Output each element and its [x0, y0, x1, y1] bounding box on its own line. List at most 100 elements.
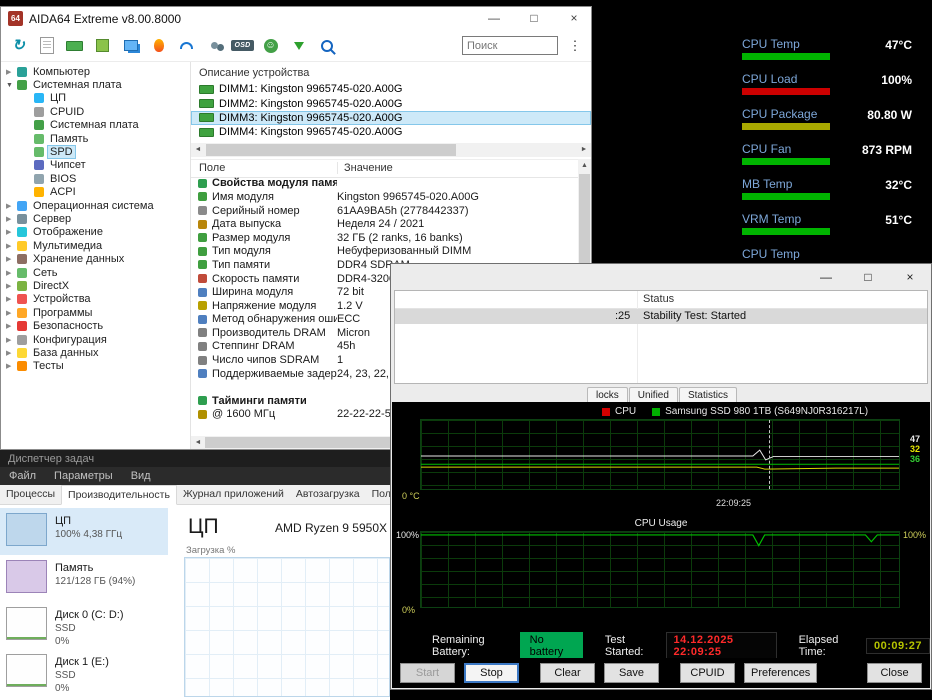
tab-unified[interactable]: Unified: [628, 387, 678, 402]
tab-processes[interactable]: Процессы: [0, 485, 61, 504]
tree-item-network[interactable]: Сеть: [1, 266, 190, 279]
search-input[interactable]: [462, 36, 558, 55]
sensor-bar-fill: [742, 228, 830, 235]
graphs-area: CPU Samsung SSD 980 1TB (S649NJ0R316217L…: [392, 402, 930, 634]
sensor-row: CPU Package 80.80 W: [742, 107, 912, 142]
tree-item-acpi[interactable]: ACPI: [1, 186, 190, 199]
tree-item-os[interactable]: Операционная система: [1, 199, 190, 212]
monitors-icon[interactable]: [121, 36, 140, 55]
legend-swatch: [652, 407, 661, 416]
status-row-selected[interactable]: :25 Stability Test: Started: [395, 309, 927, 324]
minimize-button[interactable]: —: [477, 7, 511, 30]
tree-item-programs[interactable]: Программы: [1, 306, 190, 319]
tab-clocks[interactable]: locks: [587, 387, 628, 402]
dimm-row[interactable]: DIMM1: Kingston 9965745-020.A00G: [191, 82, 591, 96]
smiley-icon[interactable]: [261, 36, 280, 55]
dimm-label: DIMM2: Kingston 9965745-020.A00G: [219, 97, 403, 110]
refresh-icon[interactable]: [9, 36, 28, 55]
clear-button[interactable]: Clear: [540, 663, 595, 683]
sensor-panel: CPU Temp 47°C CPU Load 100% CPU Package …: [742, 37, 912, 260]
gauge-icon[interactable]: [177, 36, 196, 55]
tree-item-database[interactable]: База данных: [1, 346, 190, 359]
horizontal-scrollbar[interactable]: ◄ ►: [191, 142, 591, 157]
maximize-button[interactable]: □: [517, 7, 551, 30]
sensor-bar-fill: [742, 193, 830, 200]
scrollbar-thumb[interactable]: [206, 143, 456, 156]
tree-item-computer[interactable]: Компьютер: [1, 65, 190, 78]
tree-item-memory[interactable]: Память: [1, 132, 190, 145]
menu-view[interactable]: Вид: [122, 470, 160, 482]
tree-item-multimedia[interactable]: Мультимедиа: [1, 239, 190, 252]
tree-item-bios[interactable]: BIOS: [1, 172, 190, 185]
tree-item-config[interactable]: Конфигурация: [1, 333, 190, 346]
tree-item-devices[interactable]: Устройства: [1, 293, 190, 306]
scroll-left-icon[interactable]: ◄: [191, 436, 205, 450]
search-icon[interactable]: [317, 36, 336, 55]
sidebar-item-disk0[interactable]: Диск 0 (C: D:) SSD 0%: [0, 602, 168, 649]
update-download-icon[interactable]: [289, 36, 308, 55]
tree-item-directx[interactable]: DirectX: [1, 279, 190, 292]
tree-item-display[interactable]: Отображение: [1, 226, 190, 239]
save-button[interactable]: Save: [604, 663, 659, 683]
menu-options[interactable]: Параметры: [45, 470, 122, 482]
stop-button[interactable]: Stop: [464, 663, 519, 683]
table-row[interactable]: Имя модуля Kingston 9965745-020.A00G: [191, 190, 578, 204]
tree-item-security[interactable]: Безопасность: [1, 319, 190, 332]
tree-item-spd[interactable]: SPD: [1, 145, 190, 160]
close-button[interactable]: ×: [889, 264, 931, 290]
maximize-button[interactable]: □: [847, 264, 889, 290]
field-name: Метод обнаружения ошиб...: [212, 313, 337, 326]
tab-performance[interactable]: Производительность: [61, 485, 177, 505]
tree-item-systemboard[interactable]: Системная плата: [1, 119, 190, 132]
dimm-row[interactable]: DIMM2: Kingston 9965745-020.A00G: [191, 96, 591, 110]
dimm-row[interactable]: DIMM4: Kingston 9965745-020.A00G: [191, 125, 591, 139]
menu-file[interactable]: Файл: [0, 470, 45, 482]
memory-module-icon[interactable]: [65, 36, 84, 55]
field-icon: [198, 206, 207, 216]
cpuid-button[interactable]: CPUID: [680, 663, 735, 683]
table-row[interactable]: Серийный номер 61AA9BA5h (2778442337): [191, 204, 578, 218]
tab-users[interactable]: Пользователи: [366, 485, 390, 504]
table-row[interactable]: Размер модуля 32 ГБ (2 ranks, 16 banks): [191, 231, 578, 245]
tab-startup[interactable]: Автозагрузка: [290, 485, 366, 504]
legend-item-cpu[interactable]: CPU: [602, 406, 636, 417]
tab-app-history[interactable]: Журнал приложений: [177, 485, 290, 504]
dimm-row-selected[interactable]: DIMM3: Kingston 9965745-020.A00G: [191, 110, 591, 126]
tree-item-server[interactable]: Сервер: [1, 212, 190, 225]
sidebar-item-cpu[interactable]: ЦП 100% 4,38 ГГц: [0, 508, 168, 555]
memory-module-icon: [199, 84, 214, 94]
aida64-logo: 64: [8, 11, 23, 26]
sidebar-item-disk1[interactable]: Диск 1 (E:) SSD 0%: [0, 649, 168, 696]
tree-item-storage[interactable]: Хранение данных: [1, 252, 190, 265]
tree-item-motherboard[interactable]: Системная плата: [1, 78, 190, 91]
sensor-value: 47°C: [885, 38, 912, 52]
close-button[interactable]: ×: [557, 7, 591, 30]
minimize-button[interactable]: —: [805, 264, 847, 290]
field-name: Размер модуля: [212, 231, 291, 244]
tab-statistics[interactable]: Statistics: [678, 387, 737, 402]
users-icon[interactable]: [205, 36, 224, 55]
preferences-button[interactable]: Preferences: [744, 663, 818, 683]
tree-item-icon: [34, 133, 44, 144]
sensor-chip-icon[interactable]: [93, 36, 112, 55]
start-button[interactable]: Start: [400, 663, 455, 683]
tree-item-cpuid[interactable]: CPUID: [1, 105, 190, 118]
graph-legend: CPU Samsung SSD 980 1TB (S649NJ0R316217L…: [602, 406, 868, 417]
tree-item-cpu[interactable]: ЦП: [1, 92, 190, 105]
scroll-right-icon[interactable]: ►: [577, 143, 591, 157]
osd-button[interactable]: OSD: [231, 36, 254, 55]
close-test-button[interactable]: Close: [867, 663, 922, 683]
benchmark-flame-icon[interactable]: [149, 36, 168, 55]
tree-item-benchmarks[interactable]: Тесты: [1, 360, 190, 373]
section-row[interactable]: Свойства модуля памяти: [191, 177, 578, 191]
overflow-menu-icon[interactable]: ⋮: [567, 38, 583, 54]
tree-item-chipset[interactable]: Чипсет: [1, 159, 190, 172]
report-icon[interactable]: [37, 36, 56, 55]
table-row[interactable]: Тип модуля Небуферизованный DIMM: [191, 245, 578, 259]
temperature-graph: CPU Samsung SSD 980 1TB (S649NJ0R316217L…: [394, 404, 928, 511]
table-row[interactable]: Дата выпуска Неделя 24 / 2021: [191, 217, 578, 231]
sidebar-item-memory[interactable]: Память 121/128 ГБ (94%): [0, 555, 168, 602]
legend-item-ssd[interactable]: Samsung SSD 980 1TB (S649NJ0R316217L): [652, 406, 868, 417]
scroll-left-icon[interactable]: ◄: [191, 143, 205, 157]
scroll-up-icon[interactable]: ▲: [578, 159, 592, 173]
